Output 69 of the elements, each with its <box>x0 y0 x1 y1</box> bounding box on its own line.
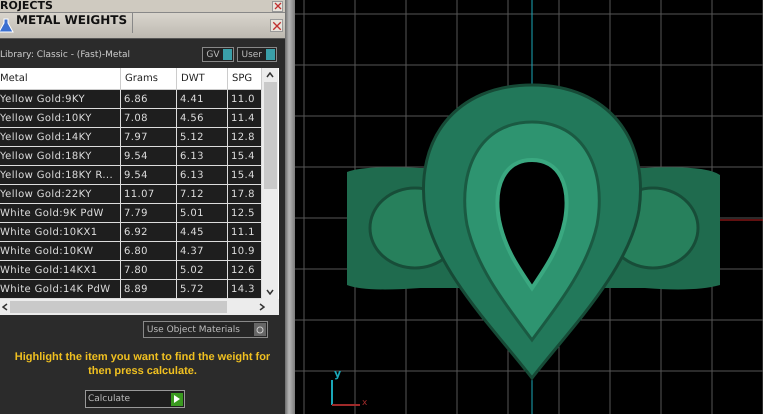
table-cell: White Gold:9K PdW <box>0 204 121 223</box>
close-button[interactable] <box>272 0 283 12</box>
table-cell: 15.4 <box>228 166 262 185</box>
table-cell: White Gold:10KX1 <box>0 223 121 242</box>
splitter-bar[interactable] <box>285 0 295 414</box>
column-header[interactable]: Grams <box>121 68 177 90</box>
table-cell: 12.8 <box>228 128 262 147</box>
table-cell: Yellow Gold:18KY R... <box>0 166 121 185</box>
table-cell: Yellow Gold:10KY <box>0 109 121 128</box>
panel-title: ROJECTS <box>0 0 53 12</box>
table-cell: Yellow Gold:9KY <box>0 90 121 109</box>
table-cell: 6.80 <box>121 242 177 261</box>
table-cell: 5.01 <box>177 204 228 223</box>
table-cell: Yellow Gold:14KY <box>0 128 121 147</box>
close-icon <box>272 20 282 30</box>
table-cell: 9.54 <box>121 147 177 166</box>
table-cell: 6.13 <box>177 147 228 166</box>
vertical-scrollbar[interactable] <box>262 68 278 299</box>
close-icon <box>274 2 282 10</box>
close-button[interactable] <box>270 19 283 32</box>
table-cell: Yellow Gold:22KY <box>0 185 121 204</box>
table-cell: 4.37 <box>177 242 228 261</box>
toggle-button[interactable]: GV <box>202 47 234 62</box>
table-cell: 11.07 <box>121 185 177 204</box>
calculate-button[interactable]: Calculate <box>85 390 185 408</box>
table-cell: 4.45 <box>177 223 228 242</box>
table-cell: 17.8 <box>228 185 262 204</box>
table-cell: 7.12 <box>177 185 228 204</box>
table-cell: 7.08 <box>121 109 177 128</box>
table-cell: 6.92 <box>121 223 177 242</box>
table-cell: 7.97 <box>121 128 177 147</box>
table-cell: 12.5 <box>228 204 262 223</box>
column-header[interactable]: DWT <box>177 68 228 90</box>
3d-viewport[interactable]: y x <box>295 0 763 414</box>
table-cell: 5.02 <box>177 261 228 280</box>
table-cell: 4.41 <box>177 90 228 109</box>
table-cell: 9.54 <box>121 166 177 185</box>
table-cell: Yellow Gold:18KY <box>0 147 121 166</box>
axis-label: x <box>362 398 368 408</box>
column-header[interactable]: SPG <box>228 68 262 90</box>
table-cell: White Gold:10KW <box>0 242 121 261</box>
instruction-text: Highlight the item you want to find the weight for then press calculate. <box>14 350 272 378</box>
table-cell: 5.12 <box>177 128 228 147</box>
play-icon <box>174 395 180 403</box>
table-cell: 11.4 <box>228 109 262 128</box>
table-cell: 11.0 <box>228 90 262 109</box>
table-cell: 6.86 <box>121 90 177 109</box>
use-object-materials-button[interactable]: Use Object Materials <box>142 321 268 338</box>
library-label: Library: Classic - (Fast)-Metal <box>0 50 130 60</box>
table-cell: 4.56 <box>177 109 228 128</box>
table-cell: 14.3 <box>228 280 262 299</box>
table-cell: 15.4 <box>228 147 262 166</box>
table-cell: White Gold:14K PdW <box>0 280 121 299</box>
panel-title: METAL WEIGHTS <box>16 12 133 32</box>
table-cell: 7.80 <box>121 261 177 280</box>
table-cell: 11.1 <box>228 223 262 242</box>
table-cell: 12.6 <box>228 261 262 280</box>
horizontal-scrollbar[interactable] <box>0 299 279 315</box>
toggle-button[interactable]: User <box>237 47 277 62</box>
table-cell: 10.9 <box>228 242 262 261</box>
circle-icon <box>256 326 264 334</box>
table-cell: 7.79 <box>121 204 177 223</box>
column-header[interactable]: Metal <box>0 68 121 90</box>
table-cell: 6.13 <box>177 166 228 185</box>
axis-label: y <box>334 368 342 380</box>
table-cell: White Gold:14KX1 <box>0 261 121 280</box>
table-cell: 5.72 <box>177 280 228 299</box>
flask-icon <box>0 18 14 34</box>
table-cell: 8.89 <box>121 280 177 299</box>
